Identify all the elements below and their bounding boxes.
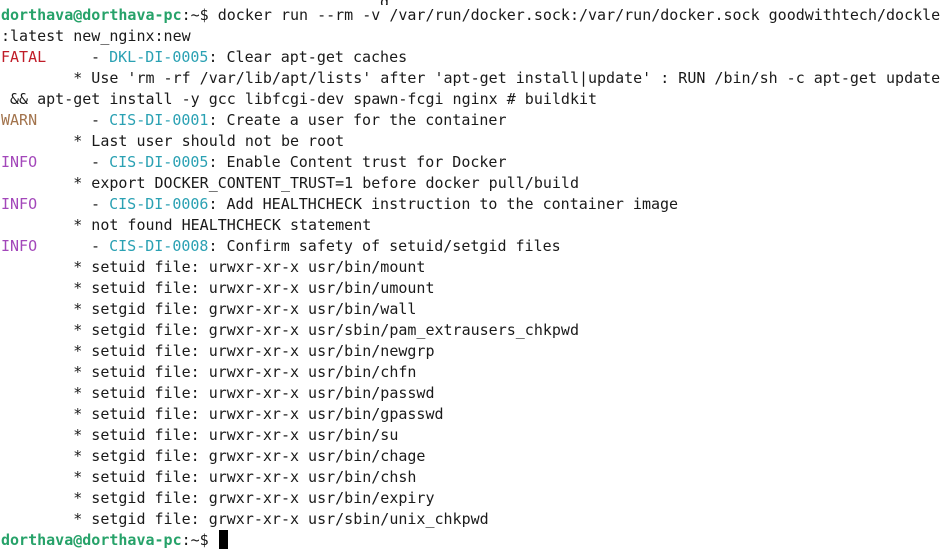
prompt-path: :~$ [181,531,218,549]
check-title: : Create a user for the container [208,111,507,129]
fatal-level: FATAL [1,48,47,66]
warn-level: WARN [1,111,38,129]
detail-line: * setgid file: grwxr-xr-x usr/bin/expiry [1,489,435,507]
separator: - [73,195,110,213]
detail-line: * Last user should not be root [1,132,345,150]
prompt-user-host: dorthava@dorthava-pc [1,6,182,24]
separator: - [73,48,110,66]
terminal-window[interactable]: g dorthava@dorthava-pc:~$ docker run --r… [0,0,947,554]
detail-line: * setuid file: urwxr-xr-x usr/bin/passwd [1,384,435,402]
prompt-user-host: dorthava@dorthava-pc [1,531,182,549]
warn-line: WARN - CIS-DI-0001: Create a user for th… [1,110,947,131]
detail-line: * setuid file: urwxr-xr-x usr/bin/mount [1,258,426,276]
info-level: INFO [1,195,38,213]
check-title: : Enable Content trust for Docker [208,153,507,171]
info-line: INFO - CIS-DI-0006: Add HEALTHCHECK inst… [1,194,947,215]
detail-line: * setuid file: urwxr-xr-x usr/bin/chsh [1,468,417,486]
fatal-line: FATAL - DKL-DI-0005: Clear apt-get cache… [1,47,947,68]
command-line-wrap: :latest new_nginx:new [1,27,191,45]
command-text: docker run --rm -v /var/run/docker.sock:… [217,6,941,24]
detail-line: * Use 'rm -rf /var/lib/apt/lists' after … [1,69,941,87]
detail-line: * setuid file: urwxr-xr-x usr/bin/newgrp [1,342,435,360]
command-line: dorthava@dorthava-pc:~$ docker run --rm … [1,5,947,26]
info-line: INFO - CIS-DI-0005: Enable Content trust… [1,152,947,173]
detail-line: * setuid file: urwxr-xr-x usr/bin/umount [1,279,435,297]
detail-line: * setgid file: grwxr-xr-x usr/sbin/unix_… [1,510,489,528]
text-cursor[interactable] [218,530,228,549]
check-title: : Clear apt-get caches [208,48,408,66]
prompt-path: :~$ [181,6,218,24]
detail-line: * setuid file: urwxr-xr-x usr/bin/chfn [1,363,417,381]
separator: - [73,111,110,129]
detail-line: * setgid file: grwxr-xr-x usr/bin/chage [1,447,426,465]
info-level: INFO [1,153,38,171]
check-title: : Add HEALTHCHECK instruction to the con… [208,195,679,213]
check-code: CIS-DI-0006 [109,195,209,213]
separator: - [73,237,110,255]
detail-line: * setgid file: grwxr-xr-x usr/bin/wall [1,300,417,318]
check-code: DKL-DI-0005 [109,48,209,66]
check-title: : Confirm safety of setuid/setgid files [208,237,561,255]
info-line: INFO - CIS-DI-0008: Confirm safety of se… [1,236,947,257]
prompt-line[interactable]: dorthava@dorthava-pc:~$ [1,530,947,551]
detail-line: * not found HEALTHCHECK statement [1,216,372,234]
detail-line: * setuid file: urwxr-xr-x usr/bin/su [1,426,399,444]
detail-line: * setgid file: grwxr-xr-x usr/sbin/pam_e… [1,321,579,339]
detail-line: && apt-get install -y gcc libfcgi-dev sp… [1,90,598,108]
detail-line: * setuid file: urwxr-xr-x usr/bin/gpassw… [1,405,444,423]
check-code: CIS-DI-0008 [109,237,209,255]
info-level: INFO [1,237,38,255]
check-code: CIS-DI-0005 [109,153,209,171]
separator: - [73,153,110,171]
check-code: CIS-DI-0001 [109,111,209,129]
detail-line: * export DOCKER_CONTENT_TRUST=1 before d… [1,174,579,192]
